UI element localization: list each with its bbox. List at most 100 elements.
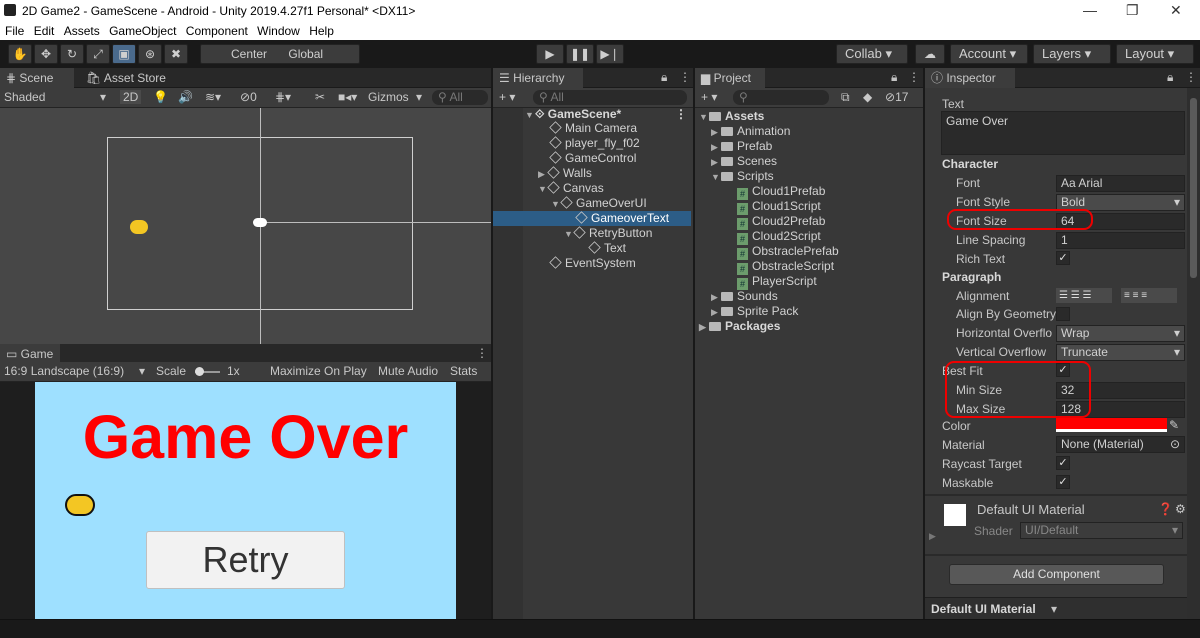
scene-root[interactable]: ▼⟐ GameScene* ⋮ [525, 107, 693, 122]
lock-icon[interactable]: 🔒︎ [1167, 70, 1173, 85]
menu-assets[interactable]: Assets [64, 22, 100, 40]
tab-game[interactable]: ▭ Game [0, 344, 60, 364]
menu-file[interactable]: File [5, 22, 24, 40]
inspector-menu-icon[interactable]: ⋮ [1185, 70, 1197, 84]
script-item[interactable]: # Cloud1Prefab [737, 184, 825, 200]
layout-dropdown[interactable]: Layout ▾ [1116, 44, 1194, 64]
folder-item[interactable]: ▶ Scenes [711, 154, 777, 169]
scene-search-input[interactable]: ⚲ All [432, 90, 488, 105]
folder-item[interactable]: ▼ Scripts [711, 169, 774, 184]
line-spacing-input[interactable]: 1 [1056, 232, 1185, 249]
project-search-input[interactable]: ⚲ [733, 90, 829, 105]
script-item[interactable]: # ObstraclePrefab [737, 244, 839, 260]
horizontal-alignment-buttons[interactable]: ☰ ☰ ☰ [1056, 288, 1112, 303]
hierarchy-item[interactable]: GameControl [549, 151, 636, 166]
project-menu-icon[interactable]: ⋮ [908, 70, 920, 84]
hierarchy-item[interactable]: ▼ GameOverUI [551, 196, 647, 211]
lighting-icon[interactable]: 💡 [153, 90, 168, 104]
hierarchy-item[interactable]: ▶ Walls [538, 166, 592, 181]
settings-icon[interactable]: ⚙ [1175, 502, 1186, 516]
vertical-overflow-dropdown[interactable]: Truncate ▾ [1056, 344, 1185, 361]
menu-window[interactable]: Window [257, 22, 300, 40]
retry-button[interactable]: Retry [146, 531, 345, 589]
game-menu-icon[interactable]: ⋮ [476, 346, 488, 360]
create-button[interactable]: + ▾ [499, 90, 515, 104]
custom-tool-icon[interactable]: ✖ [164, 44, 188, 64]
hierarchy-menu-icon[interactable]: ⋮ [679, 70, 691, 84]
script-item[interactable]: # Cloud1Script [737, 199, 821, 215]
cloud-sprite[interactable] [253, 218, 267, 227]
center-toggle[interactable]: Center [231, 47, 267, 61]
eyedropper-icon[interactable]: ✎ [1169, 418, 1179, 432]
filter-label-icon[interactable]: ◆ [863, 90, 872, 104]
text-value-input[interactable]: Game Over [941, 111, 1185, 155]
packages-folder[interactable]: ▶ Packages [699, 319, 780, 334]
add-component-button[interactable]: Add Component [949, 564, 1164, 585]
menu-component[interactable]: Component [186, 22, 248, 40]
rich-text-checkbox[interactable]: ✓ [1056, 251, 1070, 265]
filter-type-icon[interactable]: ⧉ [841, 90, 850, 105]
hand-tool-icon[interactable]: ✋ [8, 44, 32, 64]
scrollbar-thumb[interactable] [1190, 98, 1197, 278]
hierarchy-item[interactable]: EventSystem [549, 256, 636, 271]
hierarchy-item[interactable]: Text [588, 241, 626, 256]
menu-gameobject[interactable]: GameObject [109, 22, 176, 40]
collab-dropdown[interactable]: Collab ▾ [836, 44, 908, 64]
global-toggle[interactable]: Global [288, 47, 323, 61]
shading-dropdown[interactable]: Shaded [4, 90, 45, 104]
font-field[interactable]: Aa Arial [1056, 175, 1185, 192]
mute-audio-toggle[interactable]: Mute Audio [378, 364, 438, 378]
maximize-on-play-toggle[interactable]: Maximize On Play [270, 364, 367, 378]
tab-asset-store[interactable]: 🛍 Asset Store [80, 68, 180, 88]
aspect-dropdown[interactable]: 16:9 Landscape (16:9) [4, 364, 124, 378]
pause-button[interactable]: ❚❚ [566, 44, 594, 64]
folder-item[interactable]: ▶ Animation [711, 124, 790, 139]
maskable-checkbox[interactable]: ✓ [1056, 475, 1070, 489]
hierarchy-item[interactable]: ▼ RetryButton [564, 226, 652, 241]
folder-item[interactable]: ▶ Sprite Pack [711, 304, 798, 319]
hidden-objects-icon[interactable]: ⊘0 [240, 90, 257, 104]
rect-tool-icon[interactable]: ▣ [112, 44, 136, 64]
tab-project[interactable]: ▆ Project [695, 68, 765, 88]
play-button[interactable]: ▶ [536, 44, 564, 64]
hierarchy-search-input[interactable]: ⚲ All [533, 90, 687, 105]
camera-icon[interactable]: ■◂▾ [338, 90, 357, 104]
script-item[interactable]: # ObstracleScript [737, 259, 834, 275]
script-item[interactable]: # PlayerScript [737, 274, 817, 290]
maximize-icon[interactable]: ❐ [1126, 2, 1139, 19]
raycast-target-checkbox[interactable]: ✓ [1056, 456, 1070, 470]
layers-dropdown[interactable]: Layers ▾ [1033, 44, 1111, 64]
minimize-icon[interactable]: — [1083, 2, 1097, 18]
color-swatch[interactable] [1056, 418, 1167, 432]
hierarchy-item[interactable]: ▼ Canvas [538, 181, 604, 196]
tools-icon[interactable]: ✂ [315, 90, 325, 104]
expand-arrow-icon[interactable]: ▶ [929, 531, 936, 542]
folder-item[interactable]: ▶ Prefab [711, 139, 772, 154]
tab-inspector[interactable]: ⓘ Inspector [925, 68, 1015, 88]
hierarchy-item-selected[interactable]: GameoverText [493, 211, 691, 226]
cloud-icon[interactable]: ☁ [915, 44, 945, 64]
lock-icon[interactable]: 🔒︎ [891, 70, 897, 85]
align-by-geometry-checkbox[interactable] [1056, 307, 1070, 321]
lock-icon[interactable]: 🔒︎ [661, 70, 667, 85]
scale-slider-thumb[interactable] [195, 367, 204, 376]
bird-sprite[interactable] [130, 220, 148, 234]
close-icon[interactable]: ✕ [1170, 2, 1182, 19]
script-item[interactable]: # Cloud2Script [737, 229, 821, 245]
transform-tool-icon[interactable]: ⊛ [138, 44, 162, 64]
account-dropdown[interactable]: Account ▾ [950, 44, 1028, 64]
2d-toggle[interactable]: 2D [120, 90, 142, 104]
folder-item[interactable]: ▶ Sounds [711, 289, 778, 304]
tab-scene[interactable]: ⋕ Scene [0, 68, 74, 88]
rotate-tool-icon[interactable]: ↻ [60, 44, 84, 64]
tab-hierarchy[interactable]: ☰ Hierarchy [493, 68, 583, 88]
move-tool-icon[interactable]: ✥ [34, 44, 58, 64]
footer-label[interactable]: Default UI Material [931, 602, 1036, 616]
hierarchy-item[interactable]: player_fly_f02 [549, 136, 640, 151]
menu-help[interactable]: Help [309, 22, 334, 40]
menu-edit[interactable]: Edit [34, 22, 55, 40]
create-asset-button[interactable]: + ▾ [701, 90, 717, 104]
material-field[interactable]: None (Material) ⊙ [1056, 436, 1185, 453]
script-item[interactable]: # Cloud2Prefab [737, 214, 825, 230]
assets-folder[interactable]: ▼ Assets [699, 109, 764, 124]
